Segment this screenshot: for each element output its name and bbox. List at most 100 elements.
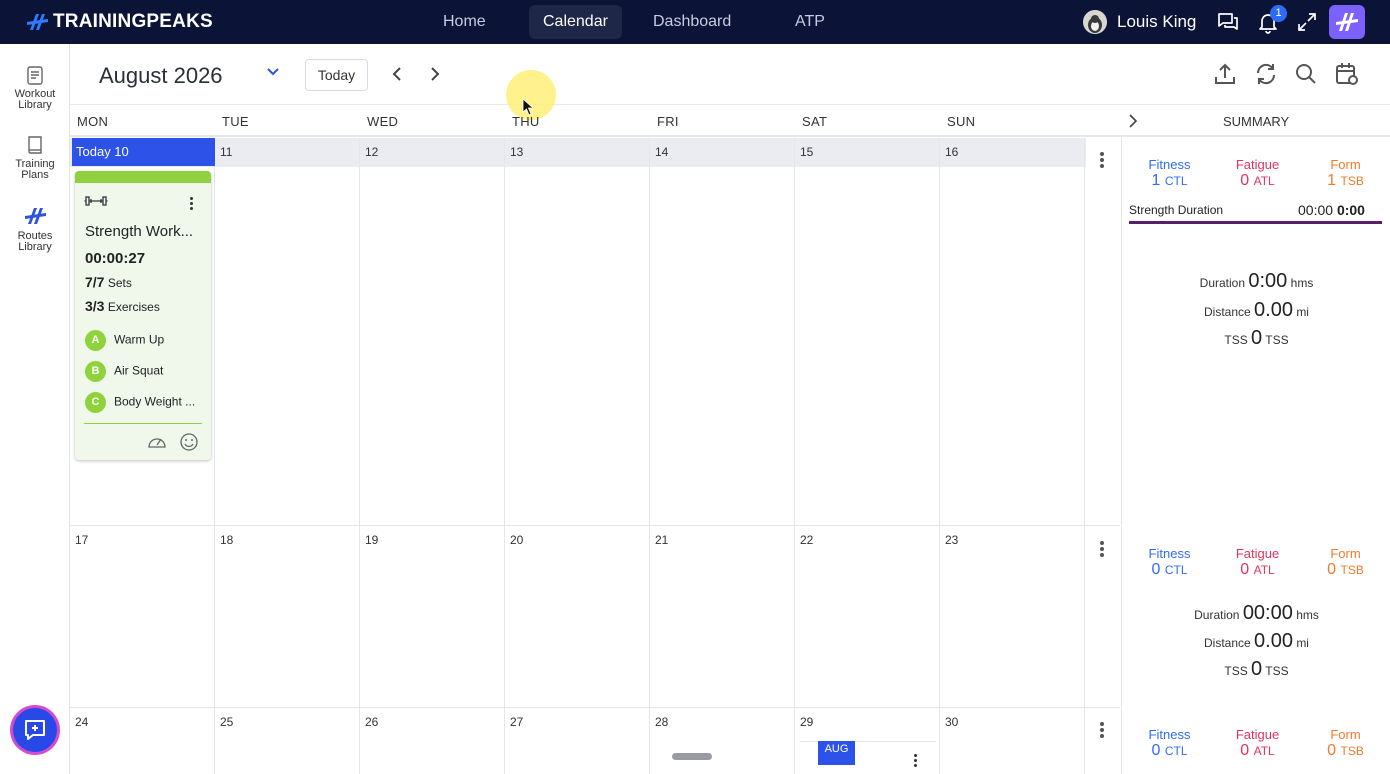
duration-value: 00:00 xyxy=(1242,602,1293,624)
summary-distance: Distance 0.00 mi xyxy=(1122,630,1390,653)
trainingpeaks-logo-icon xyxy=(27,14,48,30)
summary-distance: Distance 0.00 mi xyxy=(1122,299,1390,322)
strength-value: 00:00 xyxy=(1298,202,1334,218)
chevron-left-icon[interactable] xyxy=(390,66,406,82)
search-icon[interactable] xyxy=(1293,61,1319,87)
chevron-right-icon[interactable] xyxy=(1126,113,1140,129)
day-header: MON TUE WED THU FRI SAT SUN SUMMARY xyxy=(70,105,1390,137)
fitness-metric: Fitness 1 CTL xyxy=(1132,157,1207,190)
fitness-metric: Fitness 0 CTL xyxy=(1132,727,1207,760)
avatar[interactable] xyxy=(1083,10,1107,34)
date-number: 27 xyxy=(510,715,524,729)
expand-icon[interactable] xyxy=(1295,10,1319,34)
speedometer-icon[interactable] xyxy=(147,433,167,449)
week-summary[interactable]: Fitness 0 CTL Fatigue 0 ATL Form 0 TSB xyxy=(1121,708,1390,774)
today-date-chip[interactable]: Today 10 xyxy=(72,138,215,166)
workout-title: Strength Work... xyxy=(85,223,194,240)
chevron-right-icon[interactable] xyxy=(426,66,442,82)
workout-sets: 7/7 Sets xyxy=(85,274,132,290)
date-number: 24 xyxy=(75,715,89,729)
messages-icon[interactable] xyxy=(1216,10,1240,34)
exercise-name: Air Squat xyxy=(114,363,164,378)
today-button[interactable]: Today xyxy=(305,59,368,91)
day-cell[interactable]: 22 xyxy=(795,526,940,707)
user-name[interactable]: Louis King xyxy=(1117,12,1196,32)
week-summary[interactable]: Fitness 1 CTL Fatigue 0 ATL Form 1 TSB S… xyxy=(1121,138,1390,525)
week-summary[interactable]: Fitness 0 CTL Fatigue 0 ATL Form 0 TSB D… xyxy=(1121,526,1390,707)
day-cell[interactable]: 11 xyxy=(215,138,360,525)
day-cell[interactable]: 14 xyxy=(650,138,795,525)
date-number: 13 xyxy=(510,145,524,159)
week-menu-button[interactable] xyxy=(1100,720,1106,740)
summary-duration: Duration 00:00 hms xyxy=(1122,602,1390,625)
strength-progress-bar xyxy=(1129,221,1382,224)
brand-name: TRAININGPEAKS xyxy=(53,11,213,32)
scroll-handle[interactable] xyxy=(672,753,712,760)
day-name: SAT xyxy=(802,114,828,129)
avatar-image-icon xyxy=(1083,10,1107,34)
day-cell[interactable]: 17 xyxy=(70,526,215,707)
routes-icon xyxy=(25,208,46,224)
distance-value: 0.00 xyxy=(1254,630,1293,652)
day-cell[interactable]: 18 xyxy=(215,526,360,707)
distance-unit: mi xyxy=(1296,636,1309,650)
fitness-value: 0 xyxy=(1151,561,1161,578)
day-cell[interactable]: 16 xyxy=(940,138,1085,525)
day-cell[interactable]: 24 xyxy=(70,708,215,774)
day-cell[interactable]: 21 xyxy=(650,526,795,707)
week-menu-button[interactable] xyxy=(1100,150,1106,170)
fatigue-label: Fatigue xyxy=(1235,727,1280,742)
distance-label: Distance xyxy=(1204,636,1251,650)
exercises-value: 3/3 xyxy=(85,298,105,314)
day-cell[interactable]: 26 xyxy=(360,708,505,774)
card-menu-button[interactable] xyxy=(190,195,194,212)
chevron-down-icon[interactable] xyxy=(266,67,280,77)
fitness-metric: Fitness 0 CTL xyxy=(1132,546,1207,579)
date-number: 21 xyxy=(655,533,669,547)
fatigue-label: Fatigue xyxy=(1235,157,1280,172)
duration-unit: hms xyxy=(1296,608,1319,622)
workout-card[interactable]: Strength Work... 00:00:27 7/7 Sets 3/3 E… xyxy=(75,171,211,460)
date-number: 29 xyxy=(800,715,814,729)
fatigue-label: Fatigue xyxy=(1235,546,1280,561)
day-cell[interactable]: 30 xyxy=(940,708,1085,774)
rail-routes-library[interactable]: Routes Library xyxy=(0,204,70,253)
month-title[interactable]: August 2026 xyxy=(99,63,223,89)
nav-atp[interactable]: ATP xyxy=(781,5,839,39)
form-value: 1 xyxy=(1327,172,1337,189)
app-switcher-button[interactable] xyxy=(1329,5,1365,39)
day-cell[interactable]: 20 xyxy=(505,526,650,707)
sets-label: Sets xyxy=(107,276,132,290)
rail-training-plans[interactable]: Training Plans xyxy=(0,134,70,181)
calendar-settings-icon[interactable] xyxy=(1334,61,1360,87)
exercise-name: Body Weight ... xyxy=(114,394,196,409)
date-number: 17 xyxy=(75,533,89,547)
rail-workout-library[interactable]: Workout Library xyxy=(0,64,70,111)
upload-icon[interactable] xyxy=(1212,61,1238,87)
nav-dashboard[interactable]: Dashboard xyxy=(639,5,745,39)
day-cell[interactable]: 12 xyxy=(360,138,505,525)
fatigue-value: 0 xyxy=(1240,172,1250,189)
feedback-chat-button[interactable] xyxy=(13,708,57,752)
day-cell[interactable]: 23 xyxy=(940,526,1085,707)
trainingpeaks-logo[interactable]: TRAININGPEAKS xyxy=(26,10,213,34)
date-number: 28 xyxy=(655,715,669,729)
calendar-toolbar: August 2026 Today xyxy=(70,44,1390,105)
day-cell[interactable]: 19 xyxy=(360,526,505,707)
day-cell[interactable]: 25 xyxy=(215,708,360,774)
date-number: 30 xyxy=(945,715,959,729)
nav-home[interactable]: Home xyxy=(429,5,500,39)
day-cell[interactable]: 27 xyxy=(505,708,650,774)
exercise-item: B Air Squat xyxy=(85,361,209,382)
week-menu-button[interactable] xyxy=(1100,539,1106,559)
day-cell[interactable]: 28 xyxy=(650,708,795,774)
sync-icon[interactable] xyxy=(1253,61,1279,87)
date-number: 15 xyxy=(800,145,814,159)
day-cell[interactable]: 13 xyxy=(505,138,650,525)
day-cell[interactable]: 15 xyxy=(795,138,940,525)
date-number: 26 xyxy=(365,715,379,729)
fatigue-metric: Fatigue 0 ATL xyxy=(1220,157,1295,190)
nav-calendar[interactable]: Calendar xyxy=(529,5,622,39)
card-menu-button[interactable] xyxy=(914,752,918,769)
smiley-icon[interactable] xyxy=(179,432,199,452)
